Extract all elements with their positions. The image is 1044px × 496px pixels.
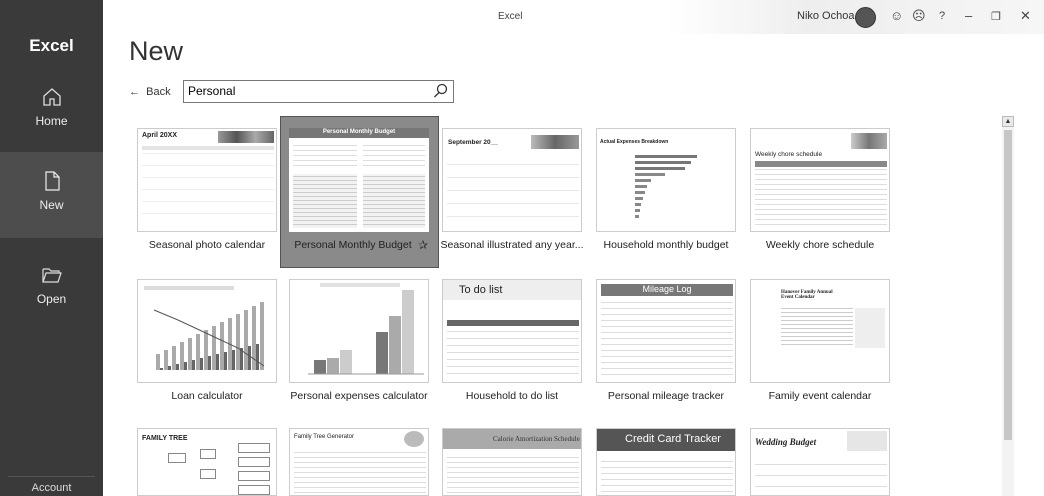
template-thumbnail: Credit Card Tracker	[596, 428, 736, 496]
sidebar-item-label: New	[39, 198, 64, 212]
back-button[interactable]: ← Back	[129, 86, 171, 98]
preview-title: Actual Expenses Breakdown	[600, 139, 669, 145]
close-button[interactable]: ✕	[1020, 8, 1031, 24]
sidebar-item-open[interactable]: Open	[0, 264, 103, 314]
template-label: Personal Monthly Budget	[294, 239, 412, 251]
template-label: Seasonal illustrated any year...	[440, 239, 584, 251]
template-label: Household monthly budget	[603, 239, 729, 251]
sidebar-item-home[interactable]: Home	[0, 86, 103, 136]
home-icon	[42, 88, 61, 106]
preview-title: Family Tree Generator	[294, 434, 355, 440]
template-thumbnail	[289, 279, 429, 383]
expenses-chart-preview	[308, 283, 424, 375]
help-button[interactable]: ?	[939, 10, 945, 22]
template-label: Family event calendar	[768, 390, 872, 402]
back-arrow-icon: ←	[129, 86, 140, 98]
preview-title: To do list	[459, 284, 503, 296]
template-thumbnail: Wedding Budget	[750, 428, 890, 496]
template-thumbnail: Mileage Log	[596, 279, 736, 383]
template-thumbnail: Family Tree Generator	[289, 428, 429, 496]
template-thumbnail: Hanover Family Annual Event Calendar	[750, 279, 890, 383]
loan-chart-preview	[144, 286, 265, 370]
preview-title: September 20__	[448, 139, 498, 146]
scrollbar[interactable]: ▲	[1002, 116, 1014, 496]
window-title: Excel	[498, 11, 523, 22]
preview-title: Personal Monthly Budget	[322, 129, 396, 135]
app-name: Excel	[29, 36, 74, 55]
minimize-button[interactable]: –	[965, 8, 972, 23]
sidebar-item-label: Home	[35, 114, 68, 128]
preview-title: Credit Card Tracker	[625, 433, 721, 445]
sidebar-item-account[interactable]: Account	[0, 482, 103, 494]
template-label: Household to do list	[465, 390, 559, 402]
preview-title: Hanover Family Annual Event Calendar	[781, 290, 833, 300]
template-label: Loan calculator	[171, 390, 243, 402]
avatar[interactable]	[855, 7, 876, 28]
preview-title: April 20XX	[142, 132, 178, 139]
sidebar: Excel Home New Open Account	[0, 0, 103, 496]
scrollbar-thumb[interactable]	[1004, 130, 1012, 440]
template-thumbnail: April 20XX	[137, 128, 277, 232]
sidebar-divider	[8, 476, 95, 477]
folder-icon	[41, 268, 62, 283]
search-input[interactable]	[184, 81, 428, 101]
preview-title: FAMILY TREE	[142, 435, 188, 442]
template-thumbnail: Actual Expenses Breakdown	[596, 128, 736, 232]
template-thumbnail: Calorie Amortization Schedule	[442, 428, 582, 496]
search-icon[interactable]	[433, 83, 449, 99]
restore-button[interactable]: ❐	[991, 10, 1001, 23]
scroll-up-button[interactable]: ▲	[1002, 116, 1014, 127]
preview-title: Weekly chore schedule	[755, 151, 823, 158]
template-thumbnail: Personal Monthly Budget	[289, 128, 429, 232]
template-thumbnail: September 20__	[442, 128, 582, 232]
template-label: Personal expenses calculator	[290, 390, 428, 402]
frown-feedback-icon[interactable]: ☹	[912, 8, 926, 24]
preview-title: Calorie Amortization Schedule	[493, 435, 580, 443]
sidebar-item-label: Open	[36, 292, 67, 306]
template-thumbnail	[137, 279, 277, 383]
back-label: Back	[146, 86, 171, 98]
page-title: New	[129, 36, 184, 66]
sidebar-item-new[interactable]: New	[0, 152, 103, 238]
preview-title: Wedding Budget	[755, 437, 817, 447]
template-thumbnail: Weekly chore schedule	[750, 128, 890, 232]
template-label: Weekly chore schedule	[765, 239, 875, 251]
smile-feedback-icon[interactable]: ☺	[890, 8, 903, 23]
preview-title: Mileage Log	[642, 284, 692, 294]
template-label: Personal mileage tracker	[607, 390, 725, 402]
template-thumbnail: To do list	[442, 279, 582, 383]
template-label: Seasonal photo calendar	[148, 239, 266, 251]
user-name[interactable]: Niko Ochoa	[797, 10, 854, 22]
search-box[interactable]	[183, 80, 454, 103]
new-file-icon	[44, 171, 60, 191]
template-thumbnail: FAMILY TREE	[137, 428, 277, 496]
